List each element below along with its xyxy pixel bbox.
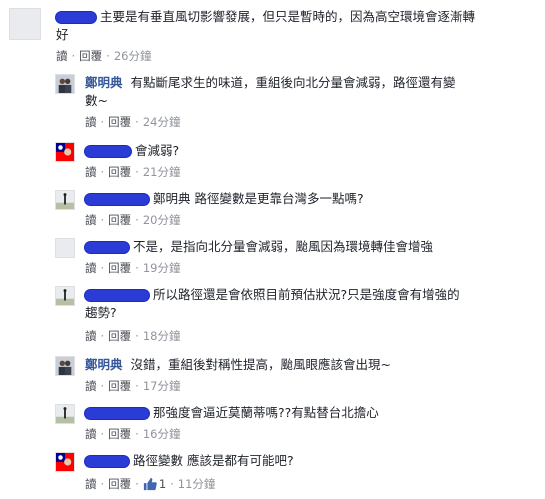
comment-text-line: 有點斷尾求生的味道，重組後向北分量會減弱，路徑還有變 <box>130 75 456 90</box>
like-count-badge[interactable]: 1 <box>143 477 166 491</box>
comment-actions: 讀 · 回覆 · 24分鐘 <box>85 115 181 129</box>
reply-link[interactable]: 讀 <box>85 261 97 275</box>
respond-link[interactable]: 回覆 <box>108 329 131 343</box>
comment-body: 鄭明典 沒錯，重組後對稱性提高，颱風眼應該會出現~ <box>85 356 525 374</box>
comment-text-line: 那強度會逼近莫蘭蒂嗎??有點替台北擔心 <box>152 405 379 420</box>
timestamp[interactable]: 21分鐘 <box>143 165 181 179</box>
comment-actions: 讀 · 回覆 · 18分鐘 <box>85 329 181 343</box>
comment-body: 主要是有垂直風切影響發展，但只是暫時的，因為高空環境會逐漸轉 好 <box>56 8 536 44</box>
redaction-scribble <box>85 290 149 301</box>
redaction-scribble <box>85 456 129 467</box>
like-count: 1 <box>158 477 167 491</box>
reply-item: 鄭明典 沒錯，重組後對稱性提高，颱風眼應該會出現~ 讀 · 回覆 · 17分鐘 <box>0 352 545 396</box>
comment-text-line: 路徑變數 應該是都有可能吧? <box>132 453 294 468</box>
comment-text-line: 鄭明典 路徑變數是更靠台灣多一點嗎? <box>152 191 364 206</box>
respond-link[interactable]: 回覆 <box>108 379 131 393</box>
comment-actions: 讀 · 回覆 · 17分鐘 <box>85 379 181 393</box>
avatar[interactable] <box>55 404 75 424</box>
respond-link[interactable]: 回覆 <box>108 261 131 275</box>
reply-item: 路徑變數 應該是都有可能吧? 讀 · 回覆 · 1 · 11分鐘 <box>0 448 545 496</box>
thumbs-up-icon <box>143 477 157 491</box>
reply-link[interactable]: 讀 <box>85 477 97 491</box>
comment-actions: 讀 · 回覆 · 19分鐘 <box>85 261 181 275</box>
reply-item: 會減弱? 讀 · 回覆 · 21分鐘 <box>0 138 545 182</box>
comment-body: 鄭明典 路徑變數是更靠台灣多一點嗎? <box>85 190 525 208</box>
reply-link[interactable]: 讀 <box>56 49 68 63</box>
comment-text-line: 好 <box>56 27 69 42</box>
reply-link[interactable]: 讀 <box>85 427 97 441</box>
reply-link[interactable]: 讀 <box>85 165 97 179</box>
respond-link[interactable]: 回覆 <box>108 115 131 129</box>
comment-text-line: 會減弱? <box>134 143 180 158</box>
redaction-scribble <box>85 408 149 419</box>
comment-text-line: 沒錯，重組後對稱性提高，颱風眼應該會出現~ <box>130 357 391 372</box>
redaction-scribble <box>85 242 129 253</box>
comment-body: 會減弱? <box>85 142 525 160</box>
respond-link[interactable]: 回覆 <box>79 49 102 63</box>
reply-link[interactable]: 讀 <box>85 379 97 393</box>
redaction-scribble <box>56 12 96 23</box>
avatar[interactable] <box>55 286 75 306</box>
comment-actions: 讀 · 回覆 · 21分鐘 <box>85 165 181 179</box>
avatar[interactable] <box>55 356 75 376</box>
comment-text-line: 不是，是指向北分量會減弱，颱風因為環境轉佳會增強 <box>132 239 433 254</box>
timestamp[interactable]: 16分鐘 <box>143 427 181 441</box>
redaction-scribble <box>85 194 149 205</box>
avatar[interactable] <box>9 8 41 40</box>
comment-text-line: 趨勢? <box>85 305 117 320</box>
respond-link[interactable]: 回覆 <box>108 165 131 179</box>
timestamp[interactable]: 11分鐘 <box>178 477 216 491</box>
avatar[interactable] <box>55 142 75 162</box>
comment-body: 那強度會逼近莫蘭蒂嗎??有點替台北擔心 <box>85 404 525 422</box>
reply-item: 所以路徑還是會依照目前預估狀況?只是強度會有增強的 趨勢? 讀 · 回覆 · 18分鐘 <box>0 282 545 348</box>
timestamp[interactable]: 20分鐘 <box>143 213 181 227</box>
avatar[interactable] <box>55 238 75 258</box>
comment-text-line: 所以路徑還是會依照目前預估狀況?只是強度會有增強的 <box>152 287 460 302</box>
comment-text-line: 主要是有垂直風切影響發展，但只是暫時的，因為高空環境會逐漸轉 <box>99 9 475 24</box>
timestamp[interactable]: 19分鐘 <box>143 261 181 275</box>
reply-link[interactable]: 讀 <box>85 213 97 227</box>
comment-author[interactable]: 鄭明典 <box>85 357 123 372</box>
comment-item: 主要是有垂直風切影響發展，但只是暫時的，因為高空環境會逐漸轉 好 讀 · 回覆 · 26… <box>0 0 545 66</box>
avatar[interactable] <box>55 74 75 94</box>
comment-body: 鄭明典 有點斷尾求生的味道，重組後向北分量會減弱，路徑還有變 數~ <box>85 74 525 110</box>
respond-link[interactable]: 回覆 <box>108 213 131 227</box>
timestamp[interactable]: 17分鐘 <box>143 379 181 393</box>
timestamp[interactable]: 24分鐘 <box>143 115 181 129</box>
reply-item: 鄭明典 路徑變數是更靠台灣多一點嗎? 讀 · 回覆 · 20分鐘 <box>0 186 545 230</box>
reply-link[interactable]: 讀 <box>85 329 97 343</box>
comment-actions: 讀 · 回覆 · 1 · 11分鐘 <box>85 477 216 491</box>
timestamp[interactable]: 26分鐘 <box>114 49 152 63</box>
reply-item: 鄭明典 有點斷尾求生的味道，重組後向北分量會減弱，路徑還有變 數~ 讀 · 回覆 · 2… <box>0 70 545 130</box>
respond-link[interactable]: 回覆 <box>108 477 131 491</box>
avatar[interactable] <box>55 452 75 472</box>
reply-link[interactable]: 讀 <box>85 115 97 129</box>
reply-item: 那強度會逼近莫蘭蒂嗎??有點替台北擔心 讀 · 回覆 · 16分鐘 <box>0 400 545 444</box>
comment-actions: 讀 · 回覆 · 20分鐘 <box>85 213 181 227</box>
comment-text-line: 數~ <box>85 93 108 108</box>
comment-author[interactable]: 鄭明典 <box>85 75 123 90</box>
redaction-scribble <box>85 146 131 157</box>
comment-body: 路徑變數 應該是都有可能吧? <box>85 452 525 470</box>
respond-link[interactable]: 回覆 <box>108 427 131 441</box>
comment-body: 所以路徑還是會依照目前預估狀況?只是強度會有增強的 趨勢? <box>85 286 525 322</box>
comment-actions: 讀 · 回覆 · 16分鐘 <box>85 427 181 441</box>
reply-item: 不是，是指向北分量會減弱，颱風因為環境轉佳會增強 讀 · 回覆 · 19分鐘 <box>0 234 545 278</box>
comment-actions: 讀 · 回覆 · 26分鐘 <box>56 49 152 63</box>
timestamp[interactable]: 18分鐘 <box>143 329 181 343</box>
avatar[interactable] <box>55 190 75 210</box>
comment-body: 不是，是指向北分量會減弱，颱風因為環境轉佳會增強 <box>85 238 525 256</box>
